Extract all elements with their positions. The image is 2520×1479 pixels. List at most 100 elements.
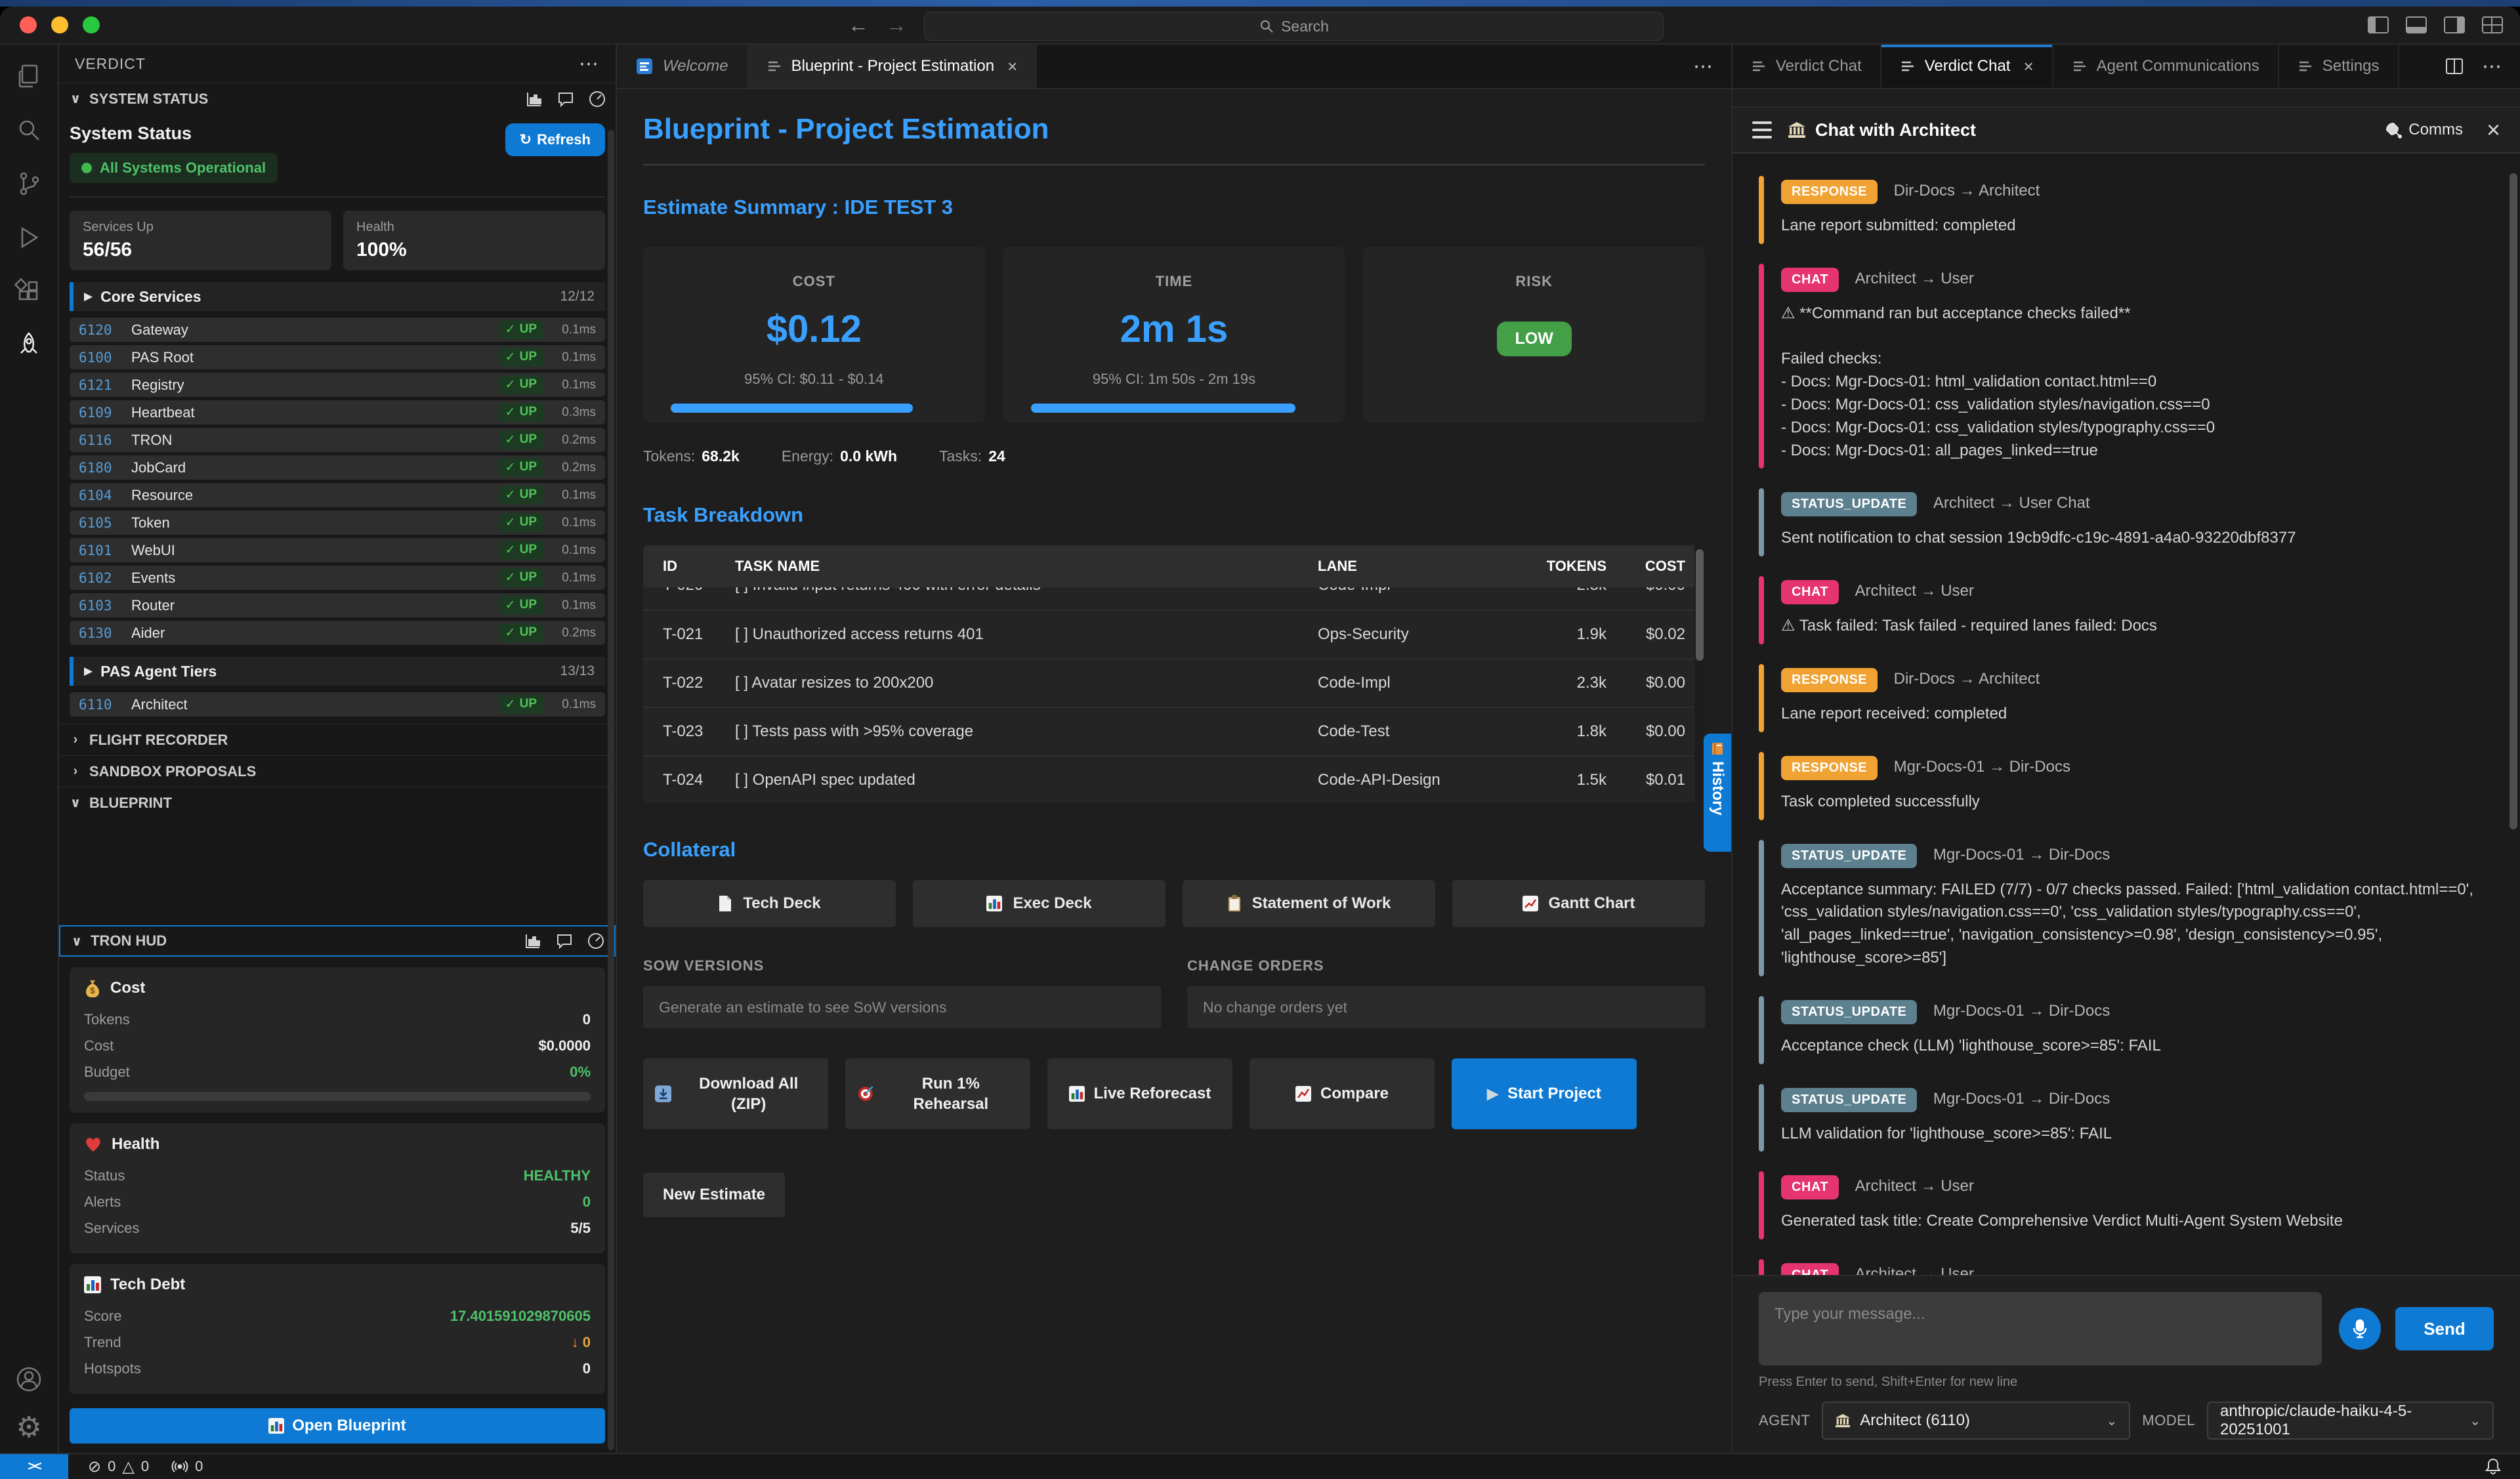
tab-verdict-chat-2[interactable]: Verdict Chat ×: [1881, 45, 2053, 88]
forward-button[interactable]: →: [886, 13, 907, 37]
explorer-icon[interactable]: [14, 62, 43, 91]
verdict-extension-icon[interactable]: [14, 331, 43, 360]
table-row[interactable]: T-022 [ ] Avatar resizes to 200x200 Code…: [643, 658, 1705, 707]
zoom-window-button[interactable]: [83, 16, 100, 33]
toggle-secondary-sidebar-icon[interactable]: [2444, 16, 2465, 33]
run-debug-icon[interactable]: [14, 223, 43, 252]
menu-icon[interactable]: [1752, 121, 1772, 138]
table-row[interactable]: T-023 [ ] Tests pass with >95% coverage …: [643, 707, 1705, 755]
close-tab-icon[interactable]: ×: [2023, 56, 2033, 77]
table-scrollbar-thumb[interactable]: [1696, 549, 1704, 661]
bell-icon[interactable]: [2485, 1457, 2502, 1476]
group-core-services[interactable]: ▶ Core Services 12/12: [70, 282, 605, 311]
section-system-status[interactable]: ∨ SYSTEM STATUS: [59, 83, 616, 114]
service-row[interactable]: 6100 PAS Root ✓UP 0.1ms: [70, 345, 605, 369]
section-sandbox-proposals[interactable]: › SANDBOX PROPOSALS: [59, 755, 616, 787]
chat-message[interactable]: STATUS_UPDATE Mgr-Docs-01 → Dir-Docs Acc…: [1759, 840, 2488, 976]
download-all-button[interactable]: Download All (ZIP): [643, 1058, 828, 1129]
tab-settings[interactable]: Settings: [2279, 45, 2399, 88]
service-row[interactable]: 6121 Registry ✓UP 0.1ms: [70, 373, 605, 397]
agent-select[interactable]: Architect (6110) ⌄: [1822, 1402, 2130, 1440]
service-row[interactable]: 6110 Architect ✓UP 0.1ms: [70, 692, 605, 717]
service-row[interactable]: 6101 WebUI ✓UP 0.1ms: [70, 538, 605, 562]
service-row[interactable]: 6130 Aider ✓UP 0.2ms: [70, 621, 605, 645]
chat-scrollbar-thumb[interactable]: [2510, 173, 2517, 829]
send-button[interactable]: Send: [2395, 1307, 2494, 1350]
service-row[interactable]: 6102 Events ✓UP 0.1ms: [70, 566, 605, 590]
sidebar-more-icon[interactable]: ⋯: [579, 52, 600, 75]
change-orders-box[interactable]: No change orders yet: [1187, 986, 1705, 1028]
service-row[interactable]: 6103 Router ✓UP 0.1ms: [70, 593, 605, 617]
new-estimate-button[interactable]: New Estimate: [643, 1173, 785, 1217]
section-tron-hud[interactable]: ∨ TRON HUD: [59, 925, 616, 957]
compare-button[interactable]: Compare: [1250, 1058, 1435, 1129]
open-blueprint-button[interactable]: Open Blueprint: [70, 1408, 605, 1444]
comment-icon[interactable]: [556, 90, 575, 108]
toggle-panel-icon[interactable]: [2406, 16, 2427, 33]
more-actions-icon[interactable]: ⋯: [2482, 55, 2502, 78]
problems-indicator[interactable]: ⊘ 0 △ 0: [88, 1457, 149, 1476]
section-flight-recorder[interactable]: › FLIGHT RECORDER: [59, 724, 616, 755]
voice-input-button[interactable]: [2339, 1308, 2381, 1350]
command-search-box[interactable]: Search: [924, 12, 1664, 41]
comment-icon[interactable]: [555, 932, 574, 950]
service-row[interactable]: 6105 Token ✓UP 0.1ms: [70, 510, 605, 535]
chat-message[interactable]: RESPONSE Dir-Docs → Architect Lane repor…: [1759, 664, 2488, 732]
chat-message[interactable]: STATUS_UPDATE Mgr-Docs-01 → Dir-Docs Acc…: [1759, 996, 2488, 1064]
tech-deck-button[interactable]: Tech Deck: [643, 880, 896, 927]
editor-more-actions-icon[interactable]: ⋯: [1693, 55, 1713, 78]
chat-message[interactable]: STATUS_UPDATE Architect → User Chat Sent…: [1759, 488, 2488, 556]
message-input[interactable]: [1759, 1292, 2322, 1365]
service-row[interactable]: 6120 Gateway ✓UP 0.1ms: [70, 318, 605, 342]
split-editor-icon[interactable]: [2445, 58, 2464, 75]
tab-agent-communications[interactable]: Agent Communications: [2053, 45, 2279, 88]
close-window-button[interactable]: [20, 16, 37, 33]
exec-deck-button[interactable]: Statement of Work Exec Deck: [913, 880, 1166, 927]
close-tab-icon[interactable]: ×: [1007, 56, 1017, 77]
chat-message[interactable]: CHAT Architect → User ⚠ Task failed: Tas…: [1759, 576, 2488, 644]
remote-indicator[interactable]: ><: [0, 1454, 68, 1479]
chat-message[interactable]: RESPONSE Dir-Docs → Architect Lane repor…: [1759, 176, 2488, 244]
minimize-window-button[interactable]: [51, 16, 68, 33]
statement-of-work-button[interactable]: Statement of Work: [1183, 880, 1435, 927]
service-row[interactable]: 6116 TRON ✓UP 0.2ms: [70, 428, 605, 452]
settings-gear-icon[interactable]: ⚙: [14, 1413, 43, 1442]
group-pas-agent-tiers[interactable]: ▶ PAS Agent Tiers 13/13: [70, 657, 605, 686]
tab-welcome[interactable]: Welcome: [617, 45, 748, 88]
chat-message[interactable]: RESPONSE Mgr-Docs-01 → Dir-Docs Task com…: [1759, 752, 2488, 820]
account-icon[interactable]: [14, 1365, 43, 1394]
close-chat-icon[interactable]: ×: [2487, 118, 2500, 142]
back-button[interactable]: ←: [848, 13, 869, 37]
chat-message[interactable]: CHAT Architect → User ⚠ **Command ran bu…: [1759, 264, 2488, 469]
chart-icon[interactable]: [525, 90, 543, 108]
gantt-chart-button[interactable]: Gantt Chart: [1452, 880, 1705, 927]
run-rehearsal-button[interactable]: Run 1% Rehearsal: [845, 1058, 1030, 1129]
extensions-icon[interactable]: [14, 277, 43, 306]
search-sidebar-icon[interactable]: [14, 115, 43, 144]
service-row[interactable]: 6109 Heartbeat ✓UP 0.3ms: [70, 400, 605, 425]
chat-message[interactable]: STATUS_UPDATE Mgr-Docs-01 → Dir-Docs LLM…: [1759, 1084, 2488, 1152]
tab-verdict-chat-1[interactable]: Verdict Chat: [1732, 45, 1881, 88]
table-row[interactable]: T-024 [ ] OpenAPI spec updated Code-API-…: [643, 755, 1705, 802]
refresh-button[interactable]: ↻Refresh: [505, 123, 605, 156]
service-row[interactable]: 6104 Resource ✓UP 0.1ms: [70, 483, 605, 507]
table-row[interactable]: T-021 [ ] Unauthorized access returns 40…: [643, 610, 1705, 658]
comms-button[interactable]: Comms: [2385, 121, 2463, 139]
section-blueprint[interactable]: ∨ BLUEPRINT: [59, 787, 616, 818]
gauge-icon[interactable]: [587, 932, 605, 950]
service-row[interactable]: 6180 JobCard ✓UP 0.2ms: [70, 455, 605, 480]
sow-versions-box[interactable]: Generate an estimate to see SoW versions: [643, 986, 1161, 1028]
chat-message[interactable]: CHAT Architect → User Generated task tit…: [1759, 1171, 2488, 1239]
toggle-sidebar-icon[interactable]: [2368, 16, 2389, 33]
ports-indicator[interactable]: 0: [171, 1458, 203, 1475]
gauge-icon[interactable]: [588, 90, 606, 108]
customize-layout-icon[interactable]: [2482, 16, 2503, 33]
source-control-icon[interactable]: [14, 169, 43, 198]
chart-icon[interactable]: [524, 932, 542, 950]
live-reforecast-button[interactable]: Live Reforecast: [1047, 1058, 1232, 1129]
tab-blueprint[interactable]: Blueprint - Project Estimation ×: [748, 45, 1038, 88]
table-row[interactable]: T-020 [ ] Invalid input returns 400 with…: [643, 587, 1705, 610]
start-project-button[interactable]: ▶ Start Project: [1452, 1058, 1637, 1129]
chat-message[interactable]: CHAT Architect → User **Task FAILED**: [1759, 1259, 2488, 1275]
history-tab[interactable]: History: [1704, 734, 1731, 852]
